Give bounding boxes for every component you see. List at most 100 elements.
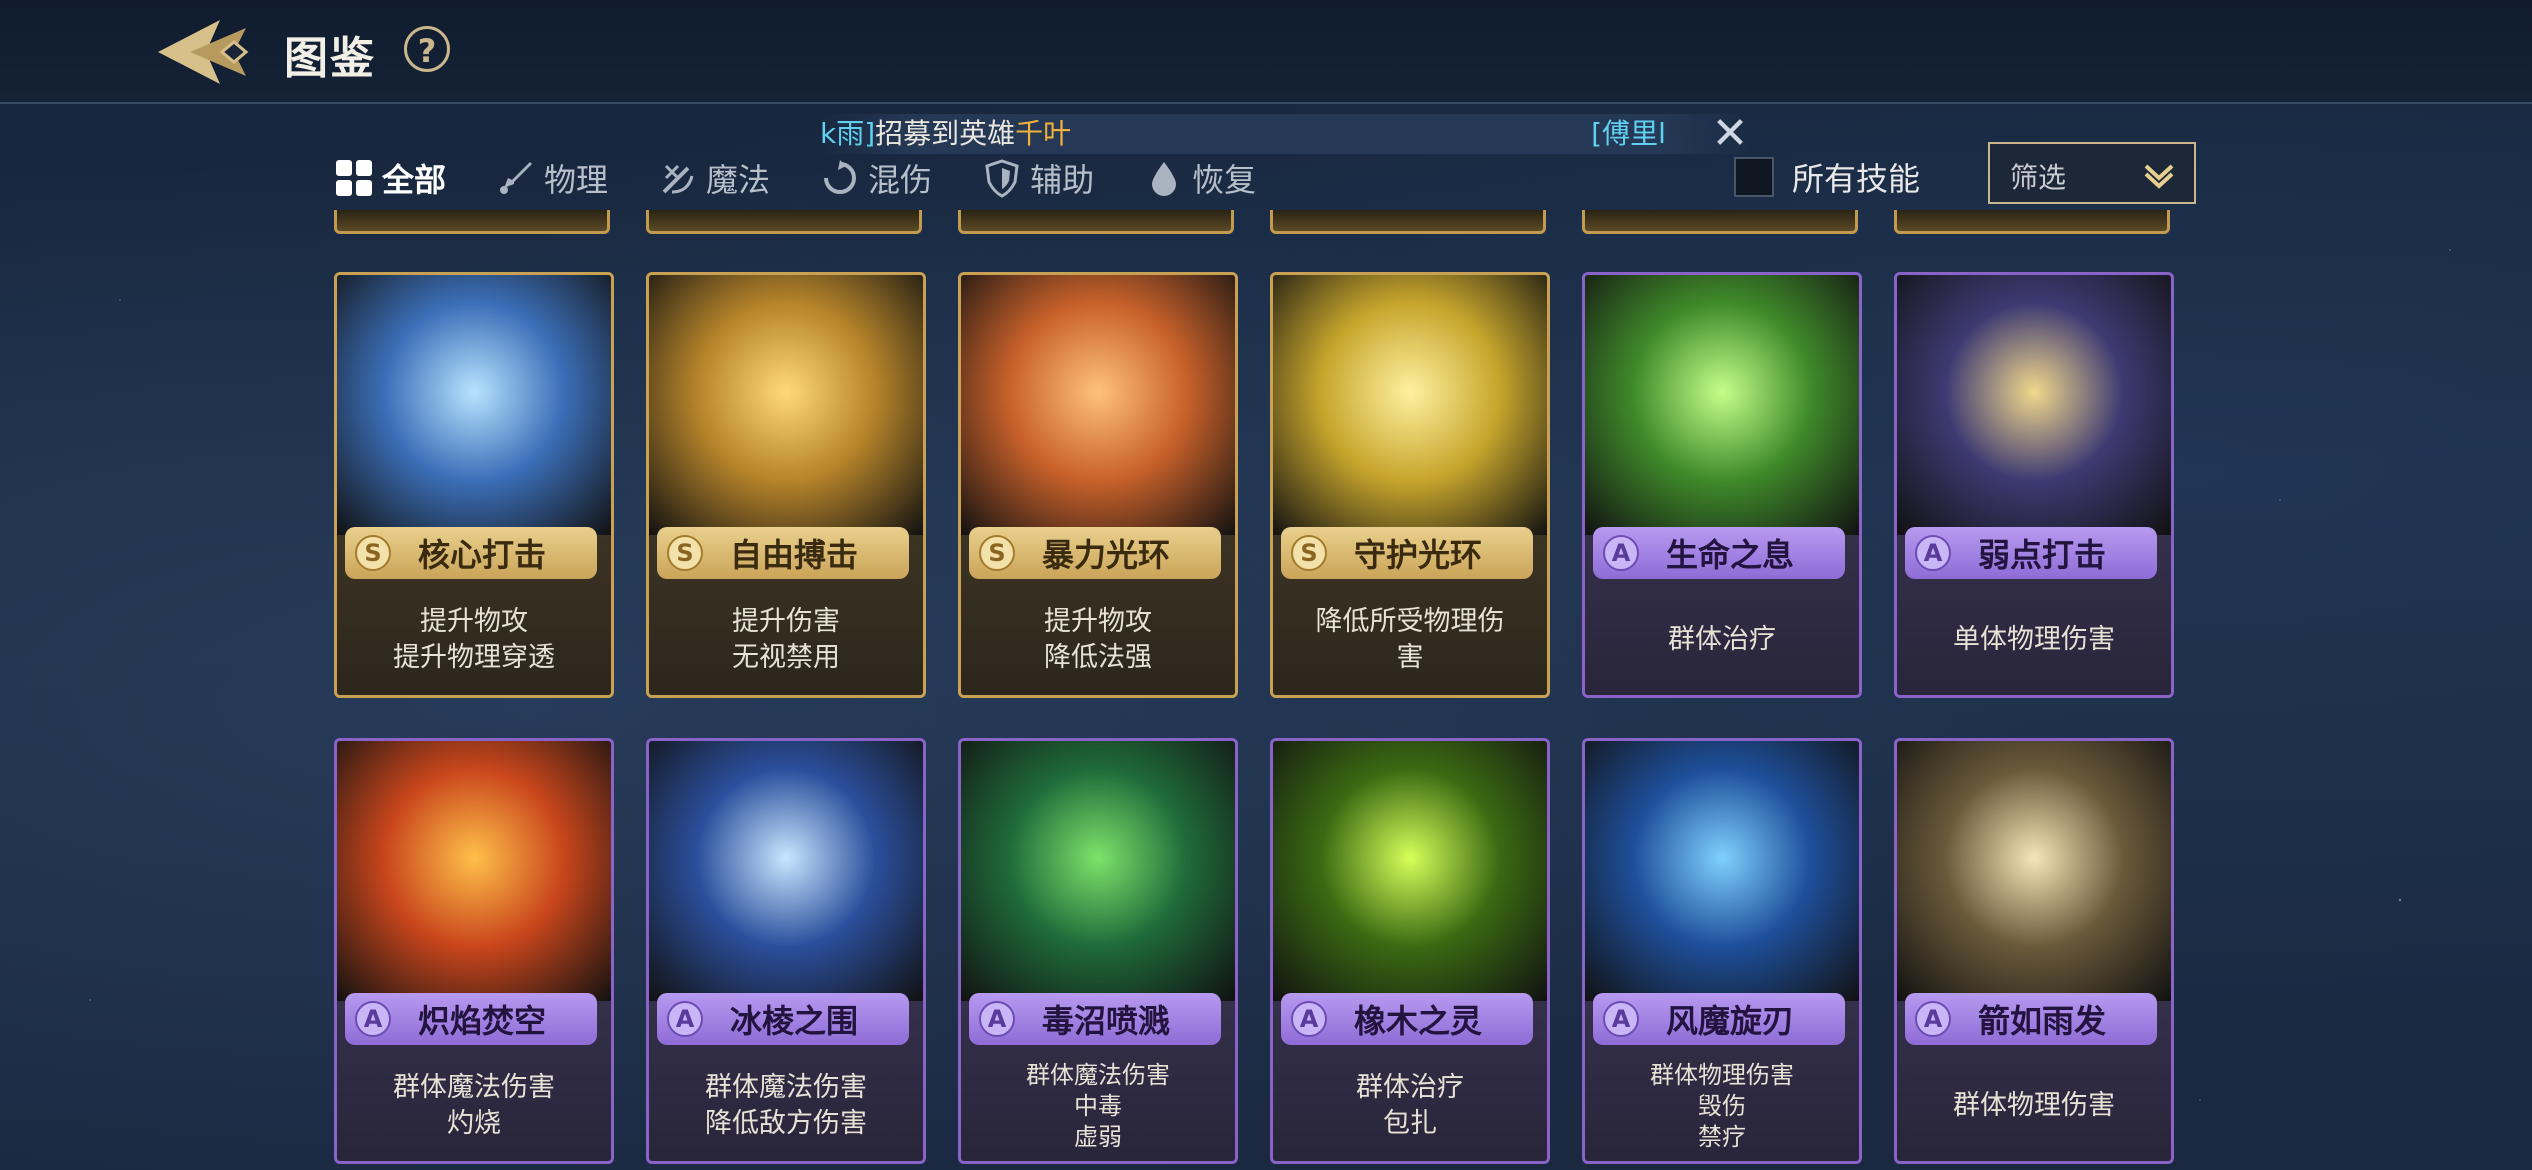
- skill-nameplate: A 弱点打击: [1905, 527, 2157, 579]
- skill-art: [1273, 275, 1547, 535]
- ticker-hero: 千叶: [1015, 117, 1072, 150]
- skill-art: [649, 275, 923, 535]
- skill-card[interactable]: S 守护光环降低所受物理伤害: [1270, 272, 1550, 698]
- card-stub: [1582, 210, 1858, 234]
- grade-badge: A: [979, 1001, 1015, 1037]
- tab-all-label: 全部: [382, 161, 447, 199]
- skill-card[interactable]: A 弱点打击单体物理伤害: [1894, 272, 2174, 698]
- card-stub: [1894, 210, 2170, 234]
- skill-nameplate: S 暴力光环: [969, 527, 1221, 579]
- all-skills-label: 所有技能: [1792, 160, 1921, 198]
- skill-art: [1585, 275, 1859, 535]
- all-skills-toggle[interactable]: 所有技能: [1734, 154, 1920, 200]
- ticker-prefix: k雨]: [820, 117, 876, 150]
- skill-art: [961, 741, 1235, 1001]
- grade-badge: A: [355, 1001, 391, 1037]
- skill-description-line: 包扎: [1383, 1108, 1437, 1139]
- skill-description-line: 群体物理伤害: [1953, 1090, 2115, 1121]
- skill-card[interactable]: A 风魔旋刃群体物理伤害 毁伤 禁疗: [1582, 738, 1862, 1164]
- tab-physical-label: 物理: [544, 161, 609, 199]
- skill-description-line: 群体魔法伤害: [393, 1072, 555, 1103]
- sword-icon: [500, 162, 533, 194]
- skill-art: [961, 275, 1235, 535]
- help-button[interactable]: ?: [404, 26, 450, 72]
- skill-nameplate: S 自由搏击: [657, 527, 909, 579]
- skill-card[interactable]: S 核心打击 提升物攻 提升物理穿透: [334, 272, 614, 698]
- skill-card[interactable]: A 炽焰焚空群体魔法伤害 灼烧: [334, 738, 614, 1164]
- skill-name: 暴力光环: [1041, 536, 1170, 574]
- skill-name: 炽焰焚空: [417, 1002, 546, 1040]
- page-title: 图鉴: [284, 33, 376, 84]
- skill-description: 提升物攻 提升物理穿透: [337, 585, 611, 695]
- grade-badge: A: [1291, 1001, 1327, 1037]
- shield-icon: [985, 159, 1019, 198]
- skill-description: 群体物理伤害: [1897, 1051, 2171, 1161]
- skill-description: 群体魔法伤害 中毒 虚弱: [961, 1051, 1235, 1161]
- tab-support-label: 辅助: [1030, 161, 1095, 199]
- skill-description-line: 群体治疗: [1356, 1072, 1464, 1103]
- skill-description-line: 降低所受物理伤: [1315, 606, 1505, 637]
- tab-magic-label: 魔法: [706, 161, 771, 199]
- tab-recovery[interactable]: 恢复: [1144, 155, 1256, 201]
- skill-art: [1585, 741, 1859, 1001]
- skill-description: 群体魔法伤害 灼烧: [337, 1051, 611, 1161]
- grade-badge: S: [1291, 535, 1327, 571]
- skill-description-line: 降低敌方伤害: [705, 1108, 867, 1139]
- filter-dropdown[interactable]: 筛选: [1988, 142, 2196, 204]
- skill-name: 毒沼喷溅: [1041, 1002, 1170, 1040]
- skill-description-line: 无视禁用: [732, 642, 840, 673]
- grade-badge: A: [1603, 1001, 1639, 1037]
- skill-card[interactable]: S 暴力光环 提升物攻 降低法强: [958, 272, 1238, 698]
- skill-nameplate: A 风魔旋刃: [1593, 993, 1845, 1045]
- skill-card[interactable]: S 自由搏击 提升伤害 无视禁用: [646, 272, 926, 698]
- skill-name: 弱点打击: [1977, 536, 2106, 574]
- skill-card[interactable]: A 毒沼喷溅群体魔法伤害 中毒 虚弱: [958, 738, 1238, 1164]
- skill-art: [1273, 741, 1547, 1001]
- skill-description: 单体物理伤害: [1897, 585, 2171, 695]
- tab-magic[interactable]: 魔法: [658, 155, 770, 201]
- tab-support[interactable]: 辅助: [982, 155, 1094, 201]
- skill-nameplate: A 生命之息: [1593, 527, 1845, 579]
- skill-name: 橡木之灵: [1353, 1002, 1482, 1040]
- skill-card[interactable]: A 冰棱之围 群体魔法伤害 降低敌方伤害: [646, 738, 926, 1164]
- skill-nameplate: A 炽焰焚空: [345, 993, 597, 1045]
- skill-art: [1897, 741, 2171, 1001]
- skill-card[interactable]: A 橡木之灵群体治疗包扎: [1270, 738, 1550, 1164]
- skill-name: 风魔旋刃: [1665, 1002, 1794, 1040]
- back-arrow-icon: [158, 20, 249, 84]
- card-stub: [334, 210, 610, 234]
- tab-hybrid-label: 混伤: [868, 161, 933, 199]
- grade-badge: S: [667, 535, 703, 571]
- tab-physical[interactable]: 物理: [496, 155, 608, 201]
- top-bar: 图鉴 ?: [0, 0, 2532, 104]
- category-tabs: 全部 物理 魔法 混伤 辅助 恢复: [334, 150, 1306, 206]
- skill-description: 群体治疗: [1585, 585, 1859, 695]
- skill-nameplate: A 毒沼喷溅: [969, 993, 1221, 1045]
- skill-name: 冰棱之围: [729, 1002, 858, 1040]
- drop-icon: [1152, 162, 1177, 196]
- skill-description-line: 害: [1396, 642, 1424, 673]
- skill-description-line: 降低法强: [1044, 642, 1152, 673]
- skill-art: [337, 275, 611, 535]
- all-skills-checkbox[interactable]: [1734, 157, 1774, 197]
- skill-nameplate: A 冰棱之围: [657, 993, 909, 1045]
- tab-all[interactable]: 全部: [334, 155, 446, 201]
- back-button[interactable]: [150, 14, 270, 90]
- skill-description: 降低所受物理伤害: [1273, 585, 1547, 695]
- skill-name: 生命之息: [1665, 536, 1794, 574]
- ticker-next: [傅里l: [1591, 117, 1666, 150]
- skill-card[interactable]: A 箭如雨发群体物理伤害: [1894, 738, 2174, 1164]
- card-stub: [958, 210, 1234, 234]
- filter-label: 筛选: [2010, 161, 2067, 194]
- skill-description-line: 提升物攻: [420, 606, 528, 637]
- skill-nameplate: S 守护光环: [1281, 527, 1533, 579]
- skill-card[interactable]: A 生命之息群体治疗: [1582, 272, 1862, 698]
- skill-nameplate: A 箭如雨发: [1905, 993, 2157, 1045]
- skill-name: 核心打击: [417, 536, 546, 574]
- skill-description-line: 群体治疗: [1668, 624, 1776, 655]
- tab-hybrid[interactable]: 混伤: [820, 155, 932, 201]
- ticker-close-button[interactable]: ✕: [1710, 112, 1750, 156]
- skill-description-line: 群体魔法伤害: [1026, 1060, 1170, 1089]
- skill-name: 箭如雨发: [1977, 1002, 2106, 1040]
- skill-description: 群体物理伤害 毁伤 禁疗: [1585, 1051, 1859, 1161]
